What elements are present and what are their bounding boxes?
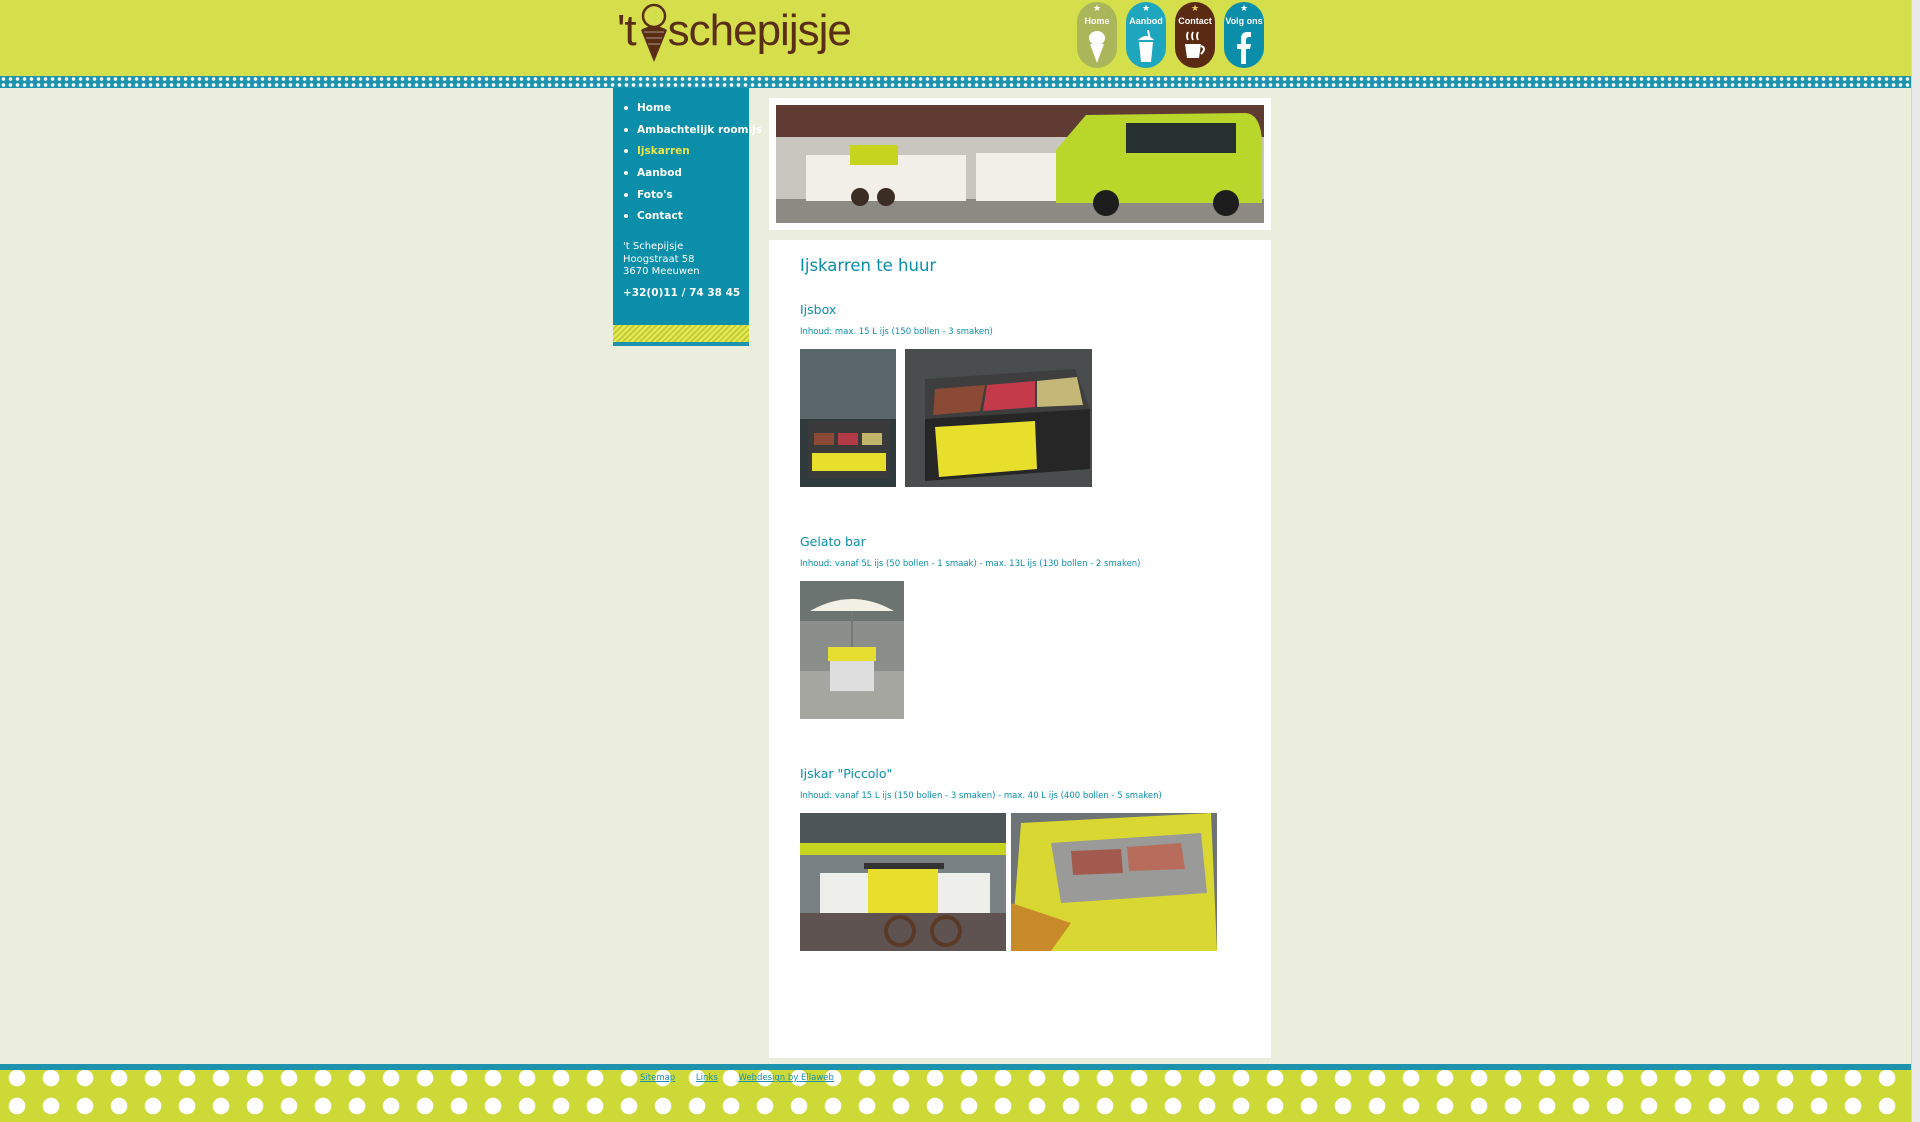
address-phone: +32(0)11 / 74 38 45	[623, 286, 741, 299]
sidebar-nav: Home Ambachtelijk roomijs Ijskarren Aanb…	[613, 88, 762, 325]
coffee-cup-icon	[1185, 31, 1205, 58]
topnav-volgons-label: Volg ons	[1225, 16, 1263, 26]
logo-prefix: 't	[617, 6, 637, 55]
page-title: Ijskarren te huur	[800, 256, 937, 275]
section-subtitle-gelato-bar: Inhoud: vanaf 5L ijs (50 bollen - 1 smaa…	[800, 559, 1141, 569]
footer	[0, 1070, 1920, 1122]
topnav-home-label: Home	[1084, 16, 1110, 26]
photo-piccolo-2-image	[1011, 813, 1217, 951]
photo-ijsbox-1-image	[800, 349, 896, 487]
section-title-ijsbox: Ijsbox	[800, 302, 837, 317]
photo-piccolo-2[interactable]	[1011, 813, 1217, 951]
sidebar-item-contact[interactable]: Contact	[613, 206, 749, 228]
star-icon: ★	[1190, 4, 1200, 14]
topnav-contact-button[interactable]: ★ Contact	[1175, 2, 1215, 68]
address-name: 't Schepijsje	[623, 241, 684, 252]
sidebar-item-ijskarren[interactable]: Ijskarren	[613, 141, 749, 163]
footer-links: Sitemap Links Webdesign by Ellaweb	[640, 1073, 852, 1083]
sidebar-item-aanbod[interactable]: Aanbod	[613, 163, 749, 185]
ice-cream-cone-icon	[1089, 31, 1105, 63]
ice-cream-cone-logo-icon	[641, 3, 667, 62]
banner	[769, 98, 1271, 230]
photo-gelato-bar[interactable]	[800, 581, 904, 719]
logo-wordmark: schepijsje	[667, 6, 852, 55]
header-dots-strip	[0, 76, 1920, 88]
address-city: 3670 Meeuwen	[623, 266, 700, 277]
sidebar-menu: Home Ambachtelijk roomijs Ijskarren Aanb…	[613, 88, 762, 228]
facebook-icon	[1237, 32, 1251, 64]
footer-link-sitemap[interactable]: Sitemap	[640, 1073, 675, 1083]
section-subtitle-ijsbox: Inhoud: max. 15 L ijs (150 bollen - 3 sm…	[800, 327, 993, 337]
photo-ijsbox-2-image	[905, 349, 1092, 487]
scrollbar-track[interactable]	[1911, 0, 1920, 1122]
topnav-aanbod-label: Aanbod	[1129, 16, 1163, 26]
photo-gelato-bar-image	[800, 581, 904, 719]
section-title-ijskar-piccolo: Ijskar "Piccolo"	[800, 766, 893, 781]
star-icon: ★	[1092, 4, 1102, 14]
topnav-contact-label: Contact	[1178, 16, 1212, 26]
footer-link-links[interactable]: Links	[696, 1073, 718, 1083]
section-title-gelato-bar: Gelato bar	[800, 534, 866, 549]
photo-ijsbox-2[interactable]	[905, 349, 1092, 487]
scrollbar[interactable]	[1911, 0, 1920, 1122]
milkshake-cup-icon	[1138, 30, 1154, 62]
topnav-aanbod-button[interactable]: ★ Aanbod	[1126, 2, 1166, 68]
site-logo[interactable]: 't schepijsje	[617, 0, 852, 70]
sidebar-item-home[interactable]: Home	[613, 98, 749, 120]
main-content: Ijskarren te huur Ijsbox Inhoud: max. 15…	[769, 240, 1271, 1058]
sidebar-base-line	[613, 342, 749, 346]
address-block: 't Schepijsje Hoogstraat 58 3670 Meeuwen…	[623, 241, 740, 299]
star-icon: ★	[1239, 4, 1249, 14]
star-icon: ★	[1141, 4, 1151, 14]
photo-piccolo-1-image	[800, 813, 1006, 951]
address-street: Hoogstraat 58	[623, 253, 695, 265]
photo-piccolo-1[interactable]	[800, 813, 1006, 951]
section-subtitle-ijskar-piccolo: Inhoud: vanaf 15 L ijs (150 bollen - 3 s…	[800, 791, 1162, 801]
footer-link-webdesign[interactable]: Webdesign by Ellaweb	[738, 1073, 833, 1083]
topnav-volgons-button[interactable]: ★ Volg ons	[1224, 2, 1264, 68]
banner-image	[776, 105, 1264, 223]
sidebar-item-ambachtelijk-roomijs[interactable]: Ambachtelijk roomijs	[613, 120, 762, 142]
sidebar-item-fotos[interactable]: Foto's	[613, 185, 749, 207]
photo-ijsbox-1[interactable]	[800, 349, 896, 487]
sidebar-stripe-decoration	[613, 325, 749, 342]
topnav-home-button[interactable]: ★ Home	[1077, 2, 1117, 68]
header-bar	[0, 0, 1920, 76]
